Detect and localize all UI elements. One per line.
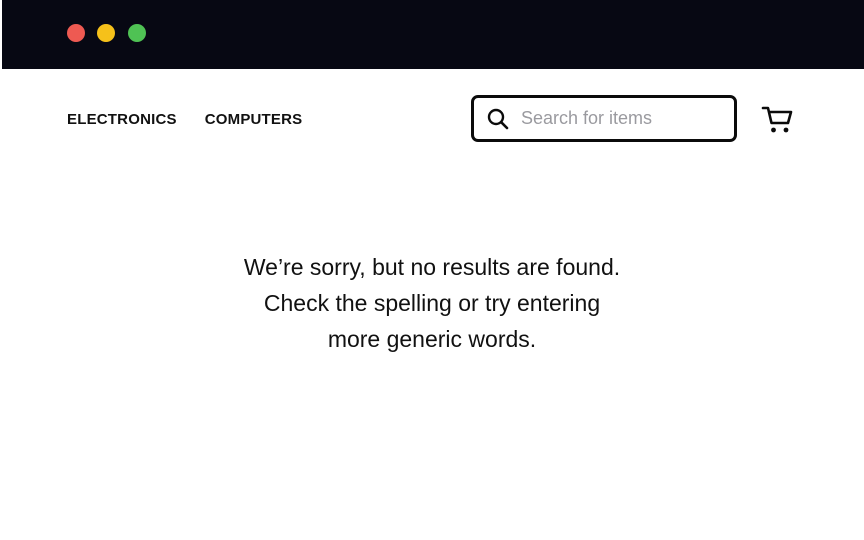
no-results-line: We’re sorry, but no results are found.: [243, 254, 621, 280]
cart-button[interactable]: [761, 104, 795, 136]
window-close-button[interactable]: [67, 24, 85, 42]
no-results-line: Check the spelling or try entering: [263, 290, 601, 316]
nav-link-electronics[interactable]: ELECTRONICS: [67, 111, 177, 129]
no-results-line: more generic words.: [327, 326, 537, 352]
search-input[interactable]: [521, 108, 721, 129]
window-minimize-button[interactable]: [97, 24, 115, 42]
cart-icon: [761, 106, 793, 133]
search-icon[interactable]: [486, 107, 510, 131]
search-box[interactable]: [471, 95, 737, 142]
window-title-bar: [2, 0, 864, 69]
category-nav: ELECTRONICS COMPUTERS: [67, 111, 302, 129]
nav-link-computers[interactable]: COMPUTERS: [205, 111, 303, 129]
window-maximize-button[interactable]: [128, 24, 146, 42]
no-results-message: We’re sorry, but no results are found. C…: [182, 249, 682, 357]
